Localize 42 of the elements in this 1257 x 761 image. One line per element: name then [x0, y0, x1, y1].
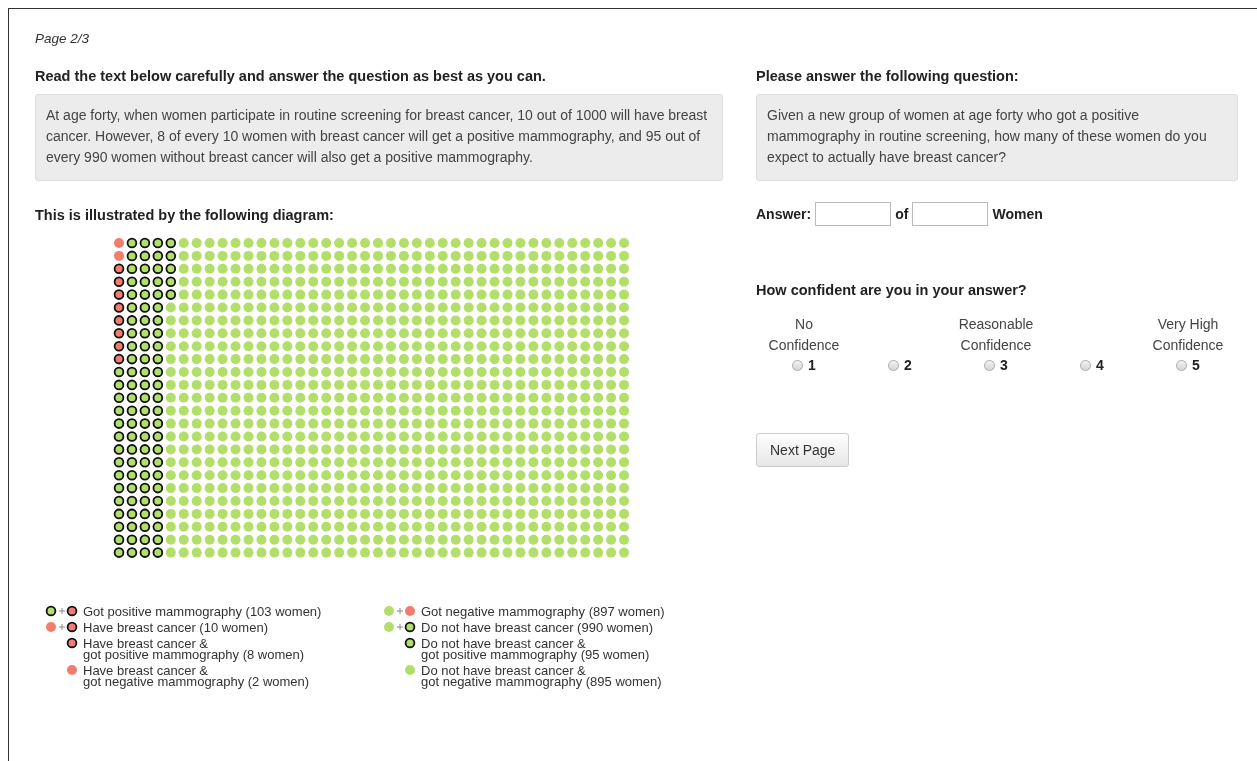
instruction-heading: Read the text below carefully and answer the question as best as you can. — [35, 68, 547, 84]
legend-marker-icon — [383, 605, 417, 617]
legend-label: Have breast cancer & got negative mammography (2 women) — [83, 664, 310, 687]
legend-marker-icon — [65, 637, 79, 649]
radio-button[interactable] — [888, 359, 900, 371]
next-page-button[interactable]: Next Page — [756, 433, 850, 467]
radio-value: 2 — [904, 357, 912, 373]
legend-marker-icon — [383, 621, 417, 633]
question-text: Given a new group of women at age forty who got a positive mammography in routine screening, how many of these women do you expect to actually have breast cancer? — [756, 94, 1238, 181]
radio-value: 3 — [1000, 357, 1008, 373]
legend-marker-icon — [45, 605, 79, 617]
radio-value: 4 — [1096, 357, 1104, 373]
answer-field[interactable] — [815, 202, 892, 226]
radio-value: 1 — [808, 357, 816, 373]
total-field[interactable] — [912, 202, 989, 226]
legend-label: Got negative mammography (897 women) — [421, 605, 665, 617]
legend-marker-icon — [45, 621, 79, 633]
radio-button[interactable] — [792, 359, 804, 371]
radio-button[interactable] — [1080, 359, 1092, 371]
scenario-text: At age forty, when women participate in routine screening for breast cancer, 10 out of 1000 will have breast cancer. However, 8 of every 10 women with breast cancer will get a positive mammography, and 95 out of every 990 women without breast cancer will also get a positive mammography. — [35, 94, 723, 181]
legend-marker-icon — [403, 664, 417, 676]
legend-label: Got positive mammography (103 women) — [83, 605, 322, 617]
legend-label: Do not have breast cancer & got negative mammography (895 women) — [421, 664, 662, 687]
legend-marker-icon — [403, 637, 417, 649]
scale-caption: No Confidence — [768, 315, 840, 355]
answer-label: Answer: — [756, 206, 812, 222]
radio-button[interactable] — [1176, 359, 1188, 371]
legend-label: Have breast cancer (10 women) — [83, 621, 268, 633]
radio-button[interactable] — [984, 359, 996, 371]
page-indicator: Page 2/3 — [35, 31, 91, 46]
confidence-heading: How confident are you in your answer? — [756, 282, 1028, 298]
legend-label: Do not have breast cancer (990 women) — [421, 621, 653, 633]
women-label: Women — [992, 206, 1043, 222]
legend-label: Do not have breast cancer & got positive mammography (95 women) — [421, 637, 650, 660]
question-heading: Please answer the following question: — [756, 68, 1020, 84]
scale-caption: Reasonable Confidence — [958, 315, 1034, 355]
legend-marker-icon — [65, 664, 79, 676]
radio-value: 5 — [1192, 357, 1200, 373]
of-label: of — [895, 206, 909, 222]
legend-label: Have breast cancer & got positive mammography (8 women) — [83, 637, 305, 660]
scale-caption: Very High Confidence — [1152, 315, 1224, 355]
diagram-heading: This is illustrated by the following diagram: — [35, 207, 335, 223]
